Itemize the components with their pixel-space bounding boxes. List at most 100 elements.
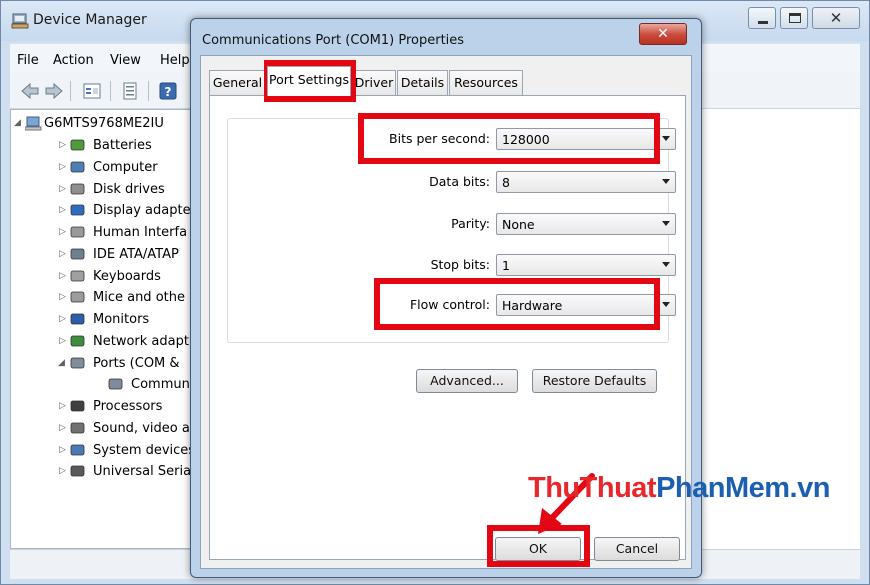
toolbar-separator bbox=[70, 81, 71, 101]
close-icon: ✕ bbox=[657, 26, 669, 42]
close-button[interactable]: ✕ bbox=[812, 7, 860, 29]
toolbar-separator bbox=[148, 81, 149, 101]
expand-arrow-icon[interactable]: ▷ bbox=[59, 401, 66, 411]
tree-item-label: Disk drives bbox=[93, 181, 165, 197]
tree-item-label: Keyboards bbox=[93, 268, 161, 284]
monitor-icon bbox=[70, 313, 85, 325]
forward-arrow-icon[interactable] bbox=[44, 82, 64, 100]
expand-arrow-icon[interactable]: ▷ bbox=[59, 184, 66, 194]
port-icon bbox=[108, 378, 123, 390]
highlight-box-bits-per-second bbox=[358, 113, 660, 164]
chevron-down-icon bbox=[662, 262, 670, 267]
menu-help[interactable]: Help bbox=[160, 53, 190, 68]
dialog-close-button[interactable]: ✕ bbox=[639, 23, 687, 45]
processor-icon bbox=[70, 400, 85, 412]
cancel-button[interactable]: Cancel bbox=[594, 537, 680, 561]
stop-bits-select[interactable]: 1 bbox=[496, 254, 676, 276]
watermark-part2: PhanMem.vn bbox=[656, 472, 830, 504]
computer-icon bbox=[25, 116, 42, 131]
watermark-part1: ThuThuat bbox=[528, 472, 657, 504]
tab-port-settings[interactable]: Port Settings bbox=[267, 66, 351, 96]
tree-item-label: Monitors bbox=[93, 312, 150, 327]
advanced-button[interactable]: Advanced... bbox=[416, 369, 518, 393]
data-bits-value: 8 bbox=[502, 175, 510, 190]
keyboard-icon bbox=[70, 270, 85, 281]
collapse-arrow-icon[interactable]: ◢ bbox=[58, 358, 65, 368]
expand-arrow-icon[interactable]: ▷ bbox=[59, 423, 66, 433]
menu-action[interactable]: Action bbox=[53, 53, 94, 68]
expand-arrow-icon[interactable]: ▷ bbox=[59, 314, 66, 324]
chevron-down-icon bbox=[662, 136, 670, 141]
restore-defaults-button[interactable]: Restore Defaults bbox=[532, 369, 657, 393]
expand-arrow-icon[interactable]: ▷ bbox=[59, 271, 66, 281]
expand-arrow-icon[interactable]: ▷ bbox=[59, 445, 66, 455]
svg-text:?: ? bbox=[165, 85, 172, 99]
tree-item-label: Network adapt bbox=[93, 333, 189, 349]
data-bits-label: Data bits: bbox=[429, 174, 490, 189]
system-device-icon bbox=[70, 444, 85, 455]
expand-arrow-icon[interactable]: ▷ bbox=[59, 227, 66, 237]
tree-item-label: System devices bbox=[93, 442, 195, 458]
watermark-logo: ThuThuatPhanMem.vn bbox=[528, 472, 830, 505]
menu-view[interactable]: View bbox=[110, 53, 141, 68]
device-manager-title: Device Manager bbox=[33, 12, 147, 28]
tree-item-label: Sound, video a bbox=[93, 420, 190, 436]
minimize-button[interactable] bbox=[748, 7, 776, 29]
data-bits-select[interactable]: 8 bbox=[496, 171, 676, 193]
device-manager-icon bbox=[11, 13, 29, 29]
properties-icon[interactable] bbox=[120, 82, 140, 100]
expand-arrow-icon[interactable]: ◢ bbox=[14, 118, 21, 128]
mouse-icon bbox=[70, 291, 85, 303]
maximize-button[interactable] bbox=[780, 7, 808, 29]
chevron-down-icon bbox=[662, 302, 670, 307]
chevron-down-icon bbox=[662, 221, 670, 226]
tree-item-label: Ports (COM & bbox=[93, 355, 180, 371]
tree-item-label: Processors bbox=[93, 399, 163, 414]
parity-label: Parity: bbox=[451, 216, 490, 231]
minimize-icon bbox=[758, 21, 768, 24]
port-icon bbox=[70, 357, 85, 368]
parity-value: None bbox=[502, 217, 535, 232]
tree-item-label: Mice and othe bbox=[93, 290, 185, 306]
usb-icon bbox=[70, 465, 85, 477]
stop-bits-value: 1 bbox=[502, 258, 510, 273]
tree-item-label: Batteries bbox=[93, 138, 152, 153]
device-tree[interactable]: ◢ G6MTS9768ME2IU ▷ Batteries ▷ Computer ▷ Dis… bbox=[10, 109, 195, 549]
hid-icon bbox=[70, 226, 85, 238]
highlight-box-flow-control bbox=[374, 278, 660, 330]
ide-icon bbox=[70, 248, 85, 260]
close-icon: ✕ bbox=[829, 9, 843, 27]
network-adapter-icon bbox=[70, 335, 85, 347]
expand-arrow-icon[interactable]: ▷ bbox=[59, 249, 66, 259]
battery-icon bbox=[70, 139, 85, 151]
expand-arrow-icon[interactable]: ▷ bbox=[59, 140, 66, 150]
help-icon[interactable]: ? bbox=[158, 82, 178, 100]
dialog-title: Communications Port (COM1) Properties bbox=[202, 33, 465, 48]
toolbar-separator bbox=[110, 81, 111, 101]
menu-file[interactable]: File bbox=[17, 53, 39, 68]
tree-item-label: Display adapte bbox=[93, 203, 191, 219]
view-icon[interactable] bbox=[82, 82, 102, 100]
parity-select[interactable]: None bbox=[496, 213, 676, 235]
computer-icon bbox=[70, 161, 85, 173]
expand-arrow-icon[interactable]: ▷ bbox=[59, 466, 66, 476]
tab-general[interactable]: General bbox=[209, 70, 266, 95]
back-arrow-icon[interactable] bbox=[20, 82, 40, 100]
tree-item-label: Communic bbox=[131, 377, 195, 393]
display-adapter-icon bbox=[70, 204, 85, 216]
tree-item-label: Universal Serial bbox=[93, 464, 195, 480]
maximize-icon bbox=[789, 13, 801, 23]
expand-arrow-icon[interactable]: ▷ bbox=[59, 336, 66, 346]
expand-arrow-icon[interactable]: ▷ bbox=[59, 162, 66, 172]
tab-details[interactable]: Details bbox=[397, 70, 448, 95]
tree-item-label: IDE ATA/ATAP bbox=[93, 246, 179, 262]
expand-arrow-icon[interactable]: ▷ bbox=[59, 205, 66, 215]
computer-name: G6MTS9768ME2IU bbox=[44, 116, 164, 131]
tree-item-label: Human Interfa bbox=[93, 225, 188, 240]
chevron-down-icon bbox=[662, 179, 670, 184]
expand-arrow-icon[interactable]: ▷ bbox=[59, 292, 66, 302]
tab-driver[interactable]: Driver bbox=[352, 70, 396, 95]
tree-item-label: Computer bbox=[93, 159, 158, 175]
tab-resources[interactable]: Resources bbox=[449, 70, 523, 95]
stop-bits-label: Stop bits: bbox=[430, 257, 490, 272]
